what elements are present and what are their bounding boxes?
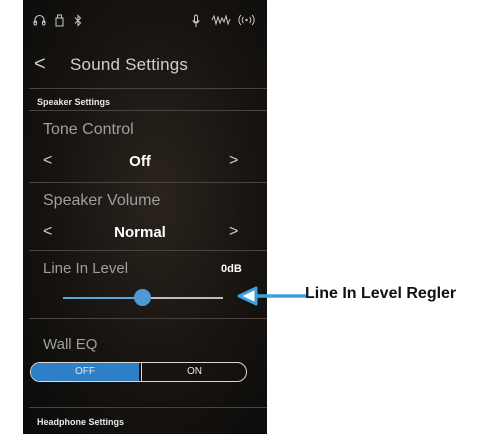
speaker-volume-prev-button[interactable]: < xyxy=(43,224,52,240)
usb-icon xyxy=(55,14,64,27)
page-title: Sound Settings xyxy=(70,55,189,74)
speaker-volume-value: Normal xyxy=(114,224,166,241)
screen-header: < Sound Settings xyxy=(23,48,267,82)
callout-arrow xyxy=(237,286,306,306)
wall-eq-off-option[interactable]: OFF xyxy=(31,363,139,381)
callout-label: Line In Level Regler xyxy=(305,285,457,302)
divider xyxy=(29,182,267,183)
wall-eq-toggle[interactable]: OFF ON xyxy=(30,362,247,382)
back-button[interactable]: < xyxy=(34,54,46,74)
line-in-level-value: 0dB xyxy=(221,263,242,275)
divider xyxy=(29,250,267,251)
line-in-level-slider-thumb[interactable] xyxy=(134,289,151,306)
divider xyxy=(29,110,267,111)
section-label-headphone-settings: Headphone Settings xyxy=(37,417,125,427)
wireless-icon xyxy=(238,14,255,26)
piano-app-screen: < Sound Settings Speaker Settings Tone C… xyxy=(23,0,267,434)
tone-control-title: Tone Control xyxy=(43,121,134,138)
speaker-volume-title: Speaker Volume xyxy=(43,192,161,209)
bluetooth-icon xyxy=(74,14,82,27)
section-label-speaker-settings: Speaker Settings xyxy=(37,97,111,107)
headphones-icon xyxy=(33,14,46,26)
line-in-level-slider-track-filled[interactable] xyxy=(63,297,143,299)
wall-eq-on-option[interactable]: ON xyxy=(141,363,246,381)
divider xyxy=(29,88,267,89)
speaker-volume-next-button[interactable]: > xyxy=(229,224,238,240)
audio-waveform-icon xyxy=(211,14,231,26)
microphone-icon xyxy=(192,14,200,27)
wall-eq-title: Wall EQ xyxy=(43,336,98,353)
divider xyxy=(29,407,267,408)
tone-control-prev-button[interactable]: < xyxy=(43,153,52,169)
tone-control-next-button[interactable]: > xyxy=(229,153,238,169)
line-in-level-slider-track-empty[interactable] xyxy=(151,297,223,299)
tone-control-value: Off xyxy=(129,153,151,170)
line-in-level-title: Line In Level xyxy=(43,260,129,277)
divider xyxy=(29,318,267,319)
status-bar xyxy=(23,0,267,40)
